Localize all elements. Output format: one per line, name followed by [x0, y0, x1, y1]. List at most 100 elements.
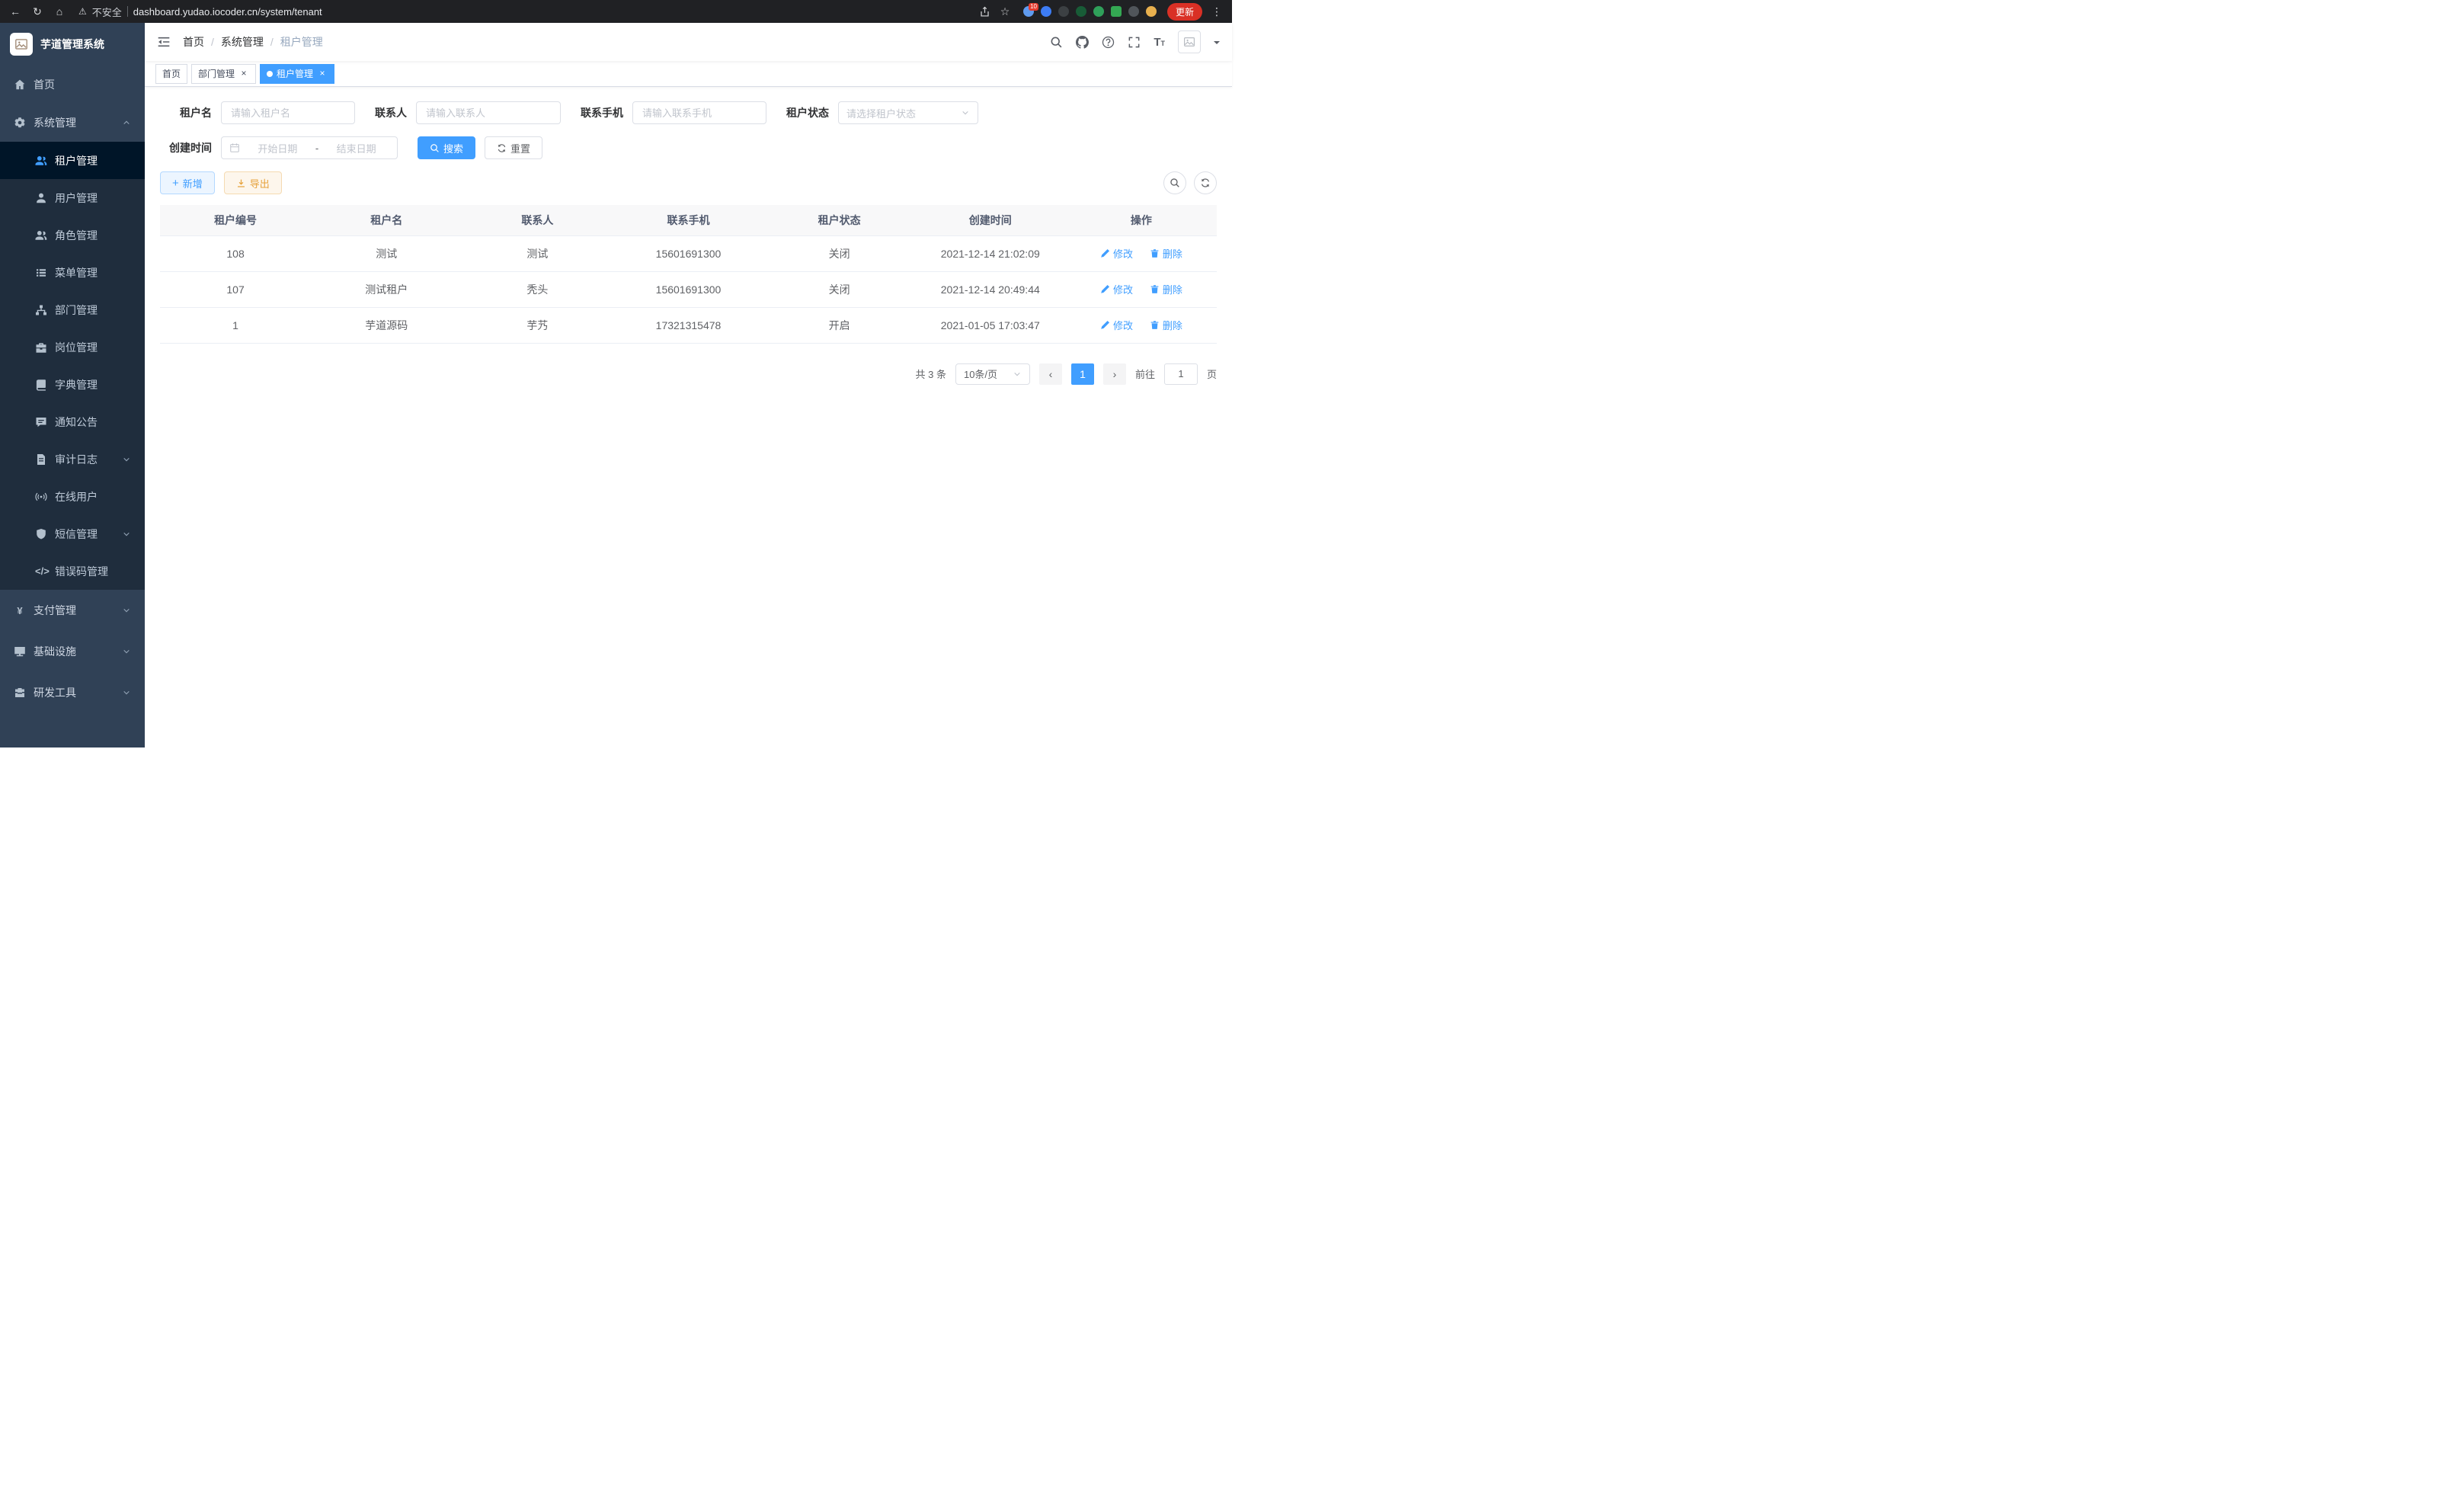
extension-icon[interactable]: [1041, 6, 1051, 17]
app-logo[interactable]: 芋道管理系统: [0, 23, 145, 66]
extensions-area: 10: [1023, 6, 1157, 17]
export-button-label: 导出: [250, 176, 270, 190]
select-placeholder: 请选择租户状态: [846, 106, 916, 120]
fullscreen-icon[interactable]: [1128, 36, 1141, 49]
cell-id: 108: [160, 235, 311, 271]
page-size-select[interactable]: 10条/页: [955, 363, 1030, 385]
sidebar-item-sms[interactable]: 短信管理: [0, 515, 145, 552]
sidebar-item-home[interactable]: 首页: [0, 66, 145, 104]
reset-button[interactable]: 重置: [485, 136, 542, 159]
gear-icon: [14, 117, 26, 129]
goto-page-input[interactable]: [1164, 363, 1198, 385]
sidebar-item-post[interactable]: 岗位管理: [0, 328, 145, 366]
extension-icon[interactable]: [1093, 6, 1104, 17]
search-icon[interactable]: [1050, 36, 1063, 49]
close-icon[interactable]: ×: [238, 69, 249, 79]
logo-image: [10, 33, 33, 56]
address-bar[interactable]: ⚠ 不安全 dashboard.yudao.iocoder.cn/system/…: [74, 5, 972, 19]
refresh-table-button[interactable]: [1194, 171, 1217, 194]
column-header: 租户状态: [764, 205, 915, 235]
page-1-button[interactable]: 1: [1071, 363, 1094, 385]
cell-name: 芋道源码: [311, 307, 462, 343]
delete-link[interactable]: 删除: [1150, 282, 1182, 296]
help-icon[interactable]: [1102, 36, 1115, 49]
reload-icon[interactable]: ↻: [30, 5, 45, 18]
breadcrumb-current: 租户管理: [280, 34, 323, 50]
right-toolbar: [1163, 171, 1217, 194]
extension-icon[interactable]: 10: [1023, 6, 1034, 17]
goto-label: 前往: [1135, 367, 1155, 381]
edit-link[interactable]: 修改: [1100, 246, 1133, 261]
sidebar-item-notice[interactable]: 通知公告: [0, 403, 145, 440]
font-size-icon[interactable]: TT: [1154, 36, 1165, 49]
edit-link[interactable]: 修改: [1100, 282, 1133, 296]
home-icon[interactable]: ⌂: [52, 5, 67, 18]
toggle-search-button[interactable]: [1163, 171, 1186, 194]
search-button-label: 搜索: [443, 141, 463, 155]
phone-input[interactable]: [632, 101, 766, 124]
back-icon[interactable]: ←: [8, 5, 23, 18]
extension-icon[interactable]: [1058, 6, 1069, 17]
breadcrumb-home[interactable]: 首页: [183, 34, 204, 50]
table-toolbar: + 新增 导出: [160, 171, 1217, 194]
contact-input[interactable]: [416, 101, 561, 124]
delete-link[interactable]: 删除: [1150, 246, 1182, 261]
status-select[interactable]: 请选择租户状态: [838, 101, 978, 124]
extension-icon[interactable]: [1128, 6, 1139, 17]
column-header: 联系手机: [613, 205, 763, 235]
sidebar-item-role[interactable]: 角色管理: [0, 216, 145, 254]
sidebar-item-tenant[interactable]: 租户管理: [0, 142, 145, 179]
tenant-name-label: 租户名: [160, 105, 212, 120]
tab-label: 租户管理: [277, 67, 313, 80]
cell-contact: 秃头: [462, 271, 613, 307]
add-button[interactable]: + 新增: [160, 171, 215, 194]
edit-link[interactable]: 修改: [1100, 318, 1133, 332]
extension-icon[interactable]: [1111, 6, 1122, 17]
bookmark-star-icon[interactable]: ☆: [997, 5, 1013, 18]
toolbox-icon: [14, 687, 26, 699]
sidebar-item-dict[interactable]: 字典管理: [0, 366, 145, 403]
cell-actions: 修改 删除: [1066, 235, 1217, 271]
avatar[interactable]: [1178, 30, 1201, 53]
url-text[interactable]: dashboard.yudao.iocoder.cn/system/tenant: [133, 6, 322, 18]
caret-down-icon[interactable]: [1214, 41, 1220, 47]
tab-dept[interactable]: 部门管理 ×: [191, 64, 256, 84]
tenant-name-input[interactable]: [221, 101, 355, 124]
search-button[interactable]: 搜索: [418, 136, 475, 159]
delete-link[interactable]: 删除: [1150, 318, 1182, 332]
sidebar-item-devtools[interactable]: 研发工具: [0, 672, 145, 713]
total-count: 共 3 条: [916, 367, 946, 381]
close-icon[interactable]: ×: [317, 69, 328, 79]
sidebar-item-payment[interactable]: ¥ 支付管理: [0, 590, 145, 631]
github-icon[interactable]: [1076, 36, 1089, 49]
pagination: 共 3 条 10条/页 ‹ 1 › 前往 页: [160, 363, 1217, 385]
extension-icon[interactable]: [1076, 6, 1086, 17]
cell-created: 2021-01-05 17:03:47: [915, 307, 1066, 343]
start-date-placeholder: 开始日期: [245, 141, 311, 155]
tab-tenant[interactable]: 租户管理 ×: [260, 64, 334, 84]
sidebar-item-system[interactable]: 系统管理: [0, 104, 145, 142]
tab-home[interactable]: 首页: [155, 64, 187, 84]
export-button[interactable]: 导出: [224, 171, 282, 194]
menu-dots-icon[interactable]: ⋮: [1209, 5, 1224, 18]
sidebar-item-user[interactable]: 用户管理: [0, 179, 145, 216]
security-label[interactable]: 不安全: [92, 5, 122, 19]
sidebar-item-errcode[interactable]: </> 错误码管理: [0, 552, 145, 590]
share-icon[interactable]: [979, 6, 990, 18]
sidebar-item-audit[interactable]: 审计日志: [0, 440, 145, 478]
cell-status: 开启: [764, 307, 915, 343]
extension-icon[interactable]: [1146, 6, 1157, 17]
sidebar-item-menu[interactable]: 菜单管理: [0, 254, 145, 291]
sidebar-item-dept[interactable]: 部门管理: [0, 291, 145, 328]
prev-page-button[interactable]: ‹: [1039, 363, 1062, 385]
hamburger-icon[interactable]: [157, 35, 171, 49]
date-range-picker[interactable]: 开始日期 - 结束日期: [221, 136, 398, 159]
sidebar-item-infra[interactable]: 基础设施: [0, 631, 145, 672]
update-button[interactable]: 更新: [1167, 3, 1202, 21]
breadcrumb-system[interactable]: 系统管理: [221, 34, 264, 50]
org-icon: [35, 304, 47, 316]
broken-image-icon: [1183, 36, 1195, 48]
column-header: 创建时间: [915, 205, 1066, 235]
next-page-button[interactable]: ›: [1103, 363, 1126, 385]
sidebar-item-online[interactable]: 在线用户: [0, 478, 145, 515]
